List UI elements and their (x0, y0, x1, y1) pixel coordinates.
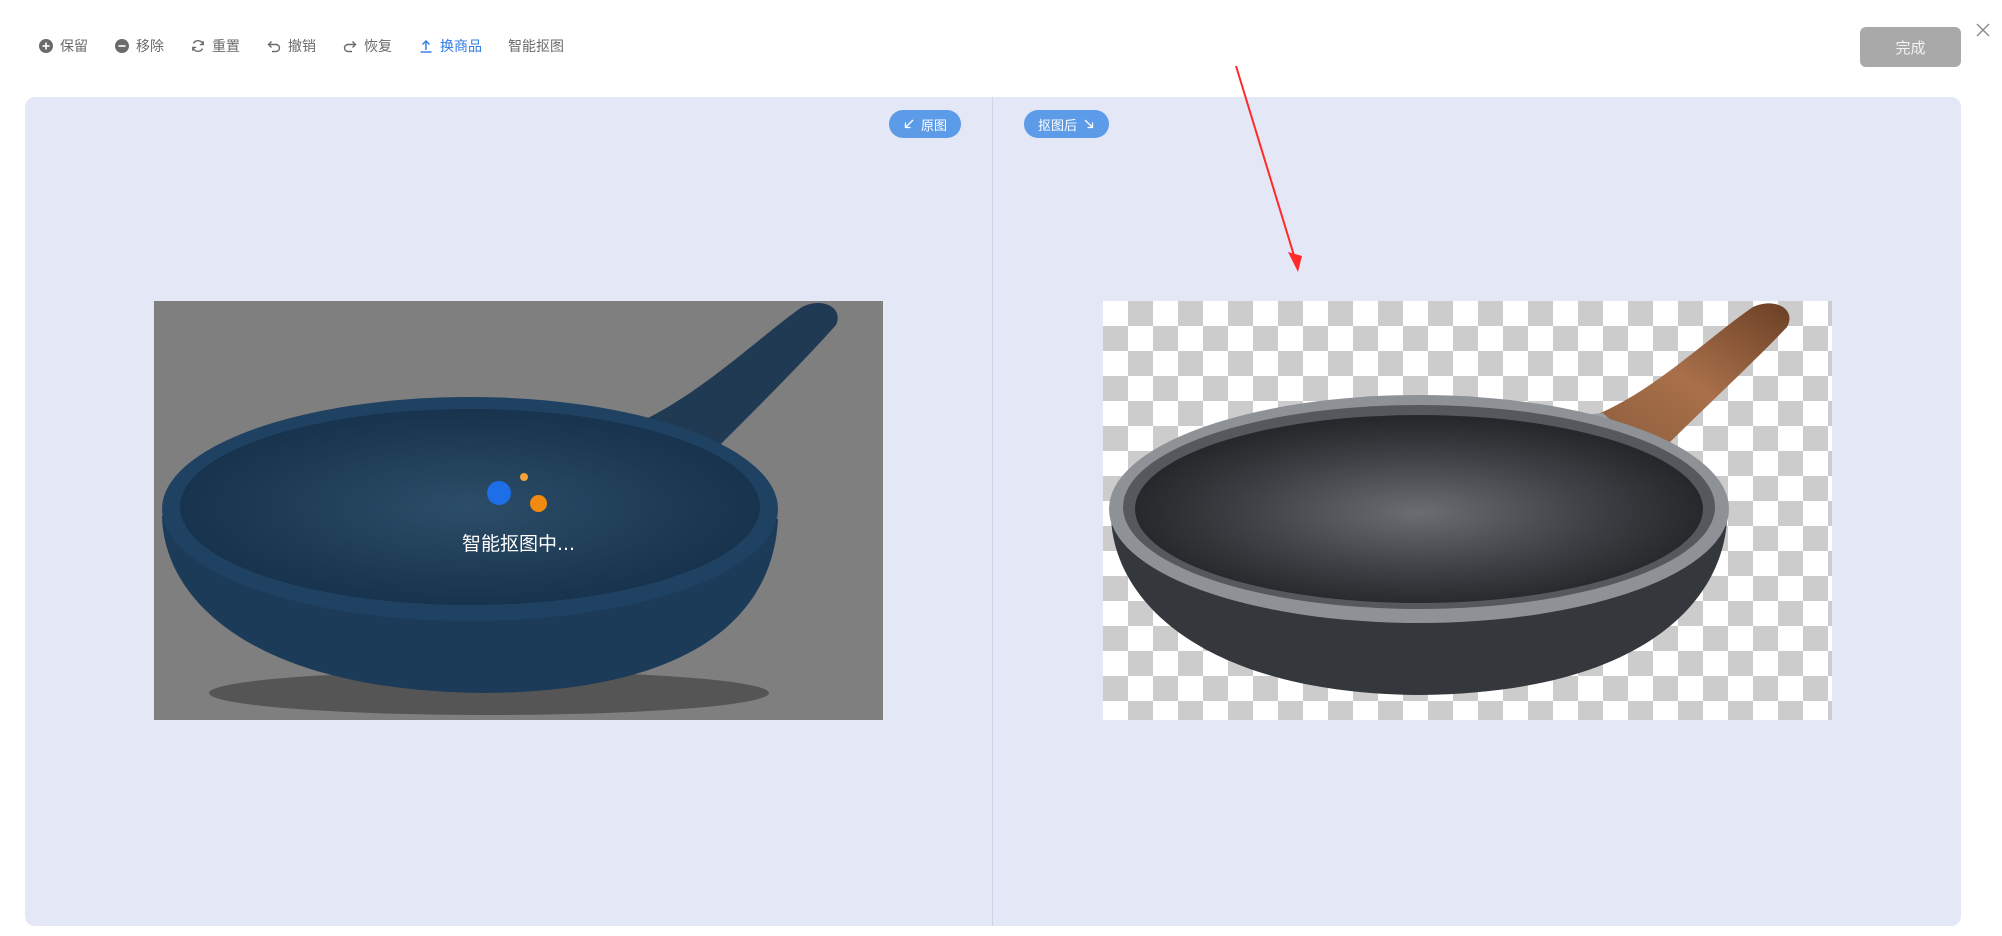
loading-text: 智能抠图中... (461, 533, 576, 555)
plus-circle-icon (39, 39, 53, 53)
original-tag-label: 原图 (921, 118, 948, 134)
replace-product-button[interactable]: 换商品 (418, 34, 482, 58)
undo-label: 撤销 (288, 39, 316, 55)
cutout-tag[interactable]: 抠图后 (1024, 110, 1110, 138)
loading-dot-orange (530, 495, 547, 512)
minus-circle-icon (115, 39, 129, 53)
loading-dot-small (520, 473, 528, 481)
redo-icon (343, 41, 357, 53)
reset-button[interactable]: 重置 (190, 34, 240, 58)
done-button[interactable]: 完成 (1860, 27, 1961, 67)
keep-button[interactable]: 保留 (38, 34, 88, 58)
reset-label: 重置 (212, 39, 240, 55)
toolbar: 保留 移除 重置 撤销 恢复 换商品 智能抠图 (38, 34, 590, 58)
arrow-down-left-icon (904, 119, 914, 129)
remove-button[interactable]: 移除 (114, 34, 164, 58)
smart-cutout-label: 智能抠图 (508, 39, 564, 55)
original-tag[interactable]: 原图 (889, 110, 962, 138)
loading-indicator: 智能抠图中... (154, 451, 883, 561)
replace-product-label: 换商品 (440, 39, 482, 55)
upload-icon (420, 40, 432, 53)
cutout-image (1103, 301, 1832, 720)
loading-dot-blue (487, 481, 511, 505)
redo-button[interactable]: 恢复 (342, 34, 392, 58)
smart-cutout-button[interactable]: 智能抠图 (508, 34, 564, 58)
split-divider (992, 97, 993, 926)
redo-label: 恢复 (364, 39, 392, 55)
editor-workspace: 原图 抠图后 智能抠图中... (25, 97, 1961, 926)
original-image: 智能抠图中... (154, 301, 883, 720)
undo-icon (267, 41, 281, 53)
undo-button[interactable]: 撤销 (266, 34, 316, 58)
remove-label: 移除 (136, 39, 164, 55)
keep-label: 保留 (60, 39, 88, 55)
refresh-icon (192, 39, 204, 53)
arrow-down-right-icon (1084, 119, 1094, 129)
frying-pan-cutout (1109, 303, 1790, 695)
cutout-tag-label: 抠图后 (1038, 118, 1078, 134)
close-icon[interactable] (1973, 20, 1993, 40)
